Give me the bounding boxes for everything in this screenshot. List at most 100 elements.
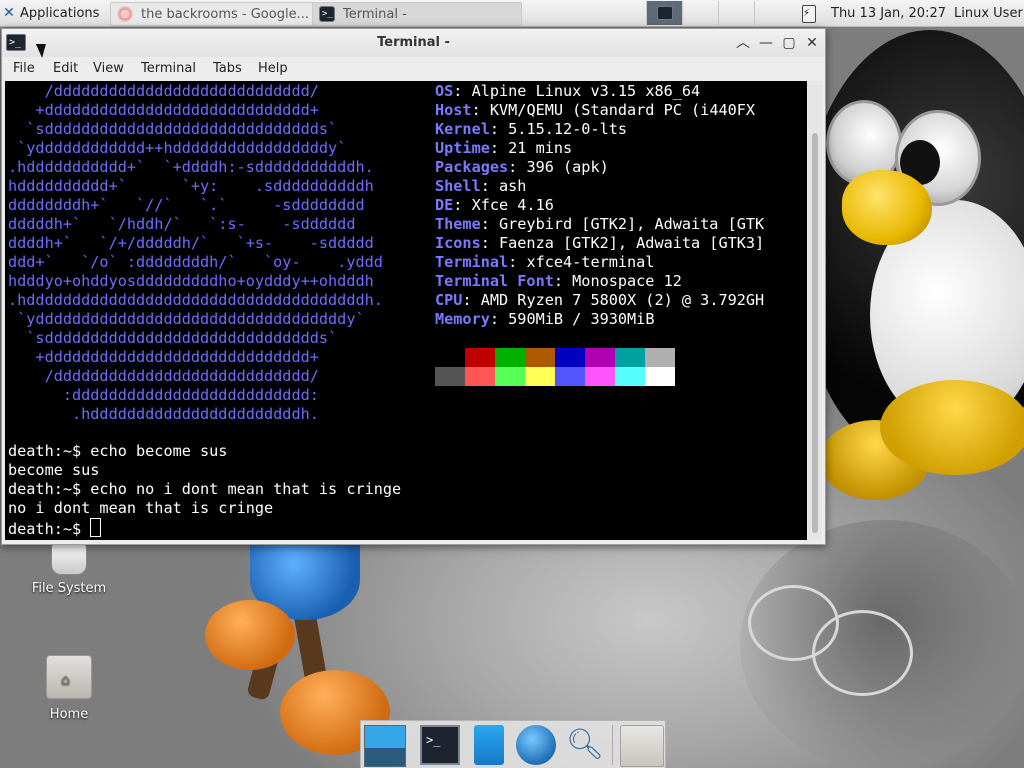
shell-line: death:~$ echo become sus xyxy=(8,442,228,460)
info-key: CPU xyxy=(435,291,463,309)
text-cursor xyxy=(90,518,102,537)
bottom-dock: >_ 🔍︎ xyxy=(360,720,666,768)
menu-view[interactable]: View xyxy=(93,61,124,76)
color-swatch xyxy=(495,367,525,386)
app-finder-icon[interactable]: 🔍︎ xyxy=(565,725,605,765)
color-swatch xyxy=(435,367,465,386)
minimize-button[interactable]: — xyxy=(756,33,776,53)
system-info-row: Icons: Faenza [GTK2], Adwaita [GTK3] xyxy=(435,234,764,253)
taskbar-button-browser[interactable]: the backrooms - Google... xyxy=(110,2,322,26)
ascii-logo-line: `ydddddddddddd++hdddddddddddddddddy` xyxy=(8,139,347,157)
dock-separator xyxy=(612,725,613,765)
system-info-row: Shell: ash xyxy=(435,177,526,196)
system-info-row: Memory: 590MiB / 3930MiB xyxy=(435,310,654,329)
color-swatch xyxy=(615,348,645,367)
maximize-button[interactable]: ▢ xyxy=(779,33,799,53)
taskbar-label: Terminal - xyxy=(343,6,407,22)
shell-prompt: death:~$ xyxy=(8,520,91,538)
ascii-logo-line: `sdddddddddddddddddddddddddddddds` xyxy=(8,120,338,138)
info-value: : 590MiB / 3930MiB xyxy=(489,310,655,328)
terminal-output[interactable]: /dddddddddddddddddddddddddddd/ +dddddddd… xyxy=(5,81,807,540)
info-key: Terminal xyxy=(435,253,509,271)
info-value: : AMD Ryzen 7 5800X (2) @ 3.792GH xyxy=(462,291,765,309)
ascii-logo-line: hdddddddddd+` `+y: .sddddddddddh xyxy=(8,177,374,195)
clock[interactable]: Thu 13 Jan, 20:27 xyxy=(831,0,946,26)
info-value: : 396 (apk) xyxy=(508,158,609,176)
top-panel: ✕ Applications the backrooms - Google...… xyxy=(0,0,1024,27)
system-info-row: OS: Alpine Linux v3.15 x86_64 xyxy=(435,82,700,101)
menu-terminal[interactable]: Terminal xyxy=(141,61,196,76)
system-info-row: CPU: AMD Ryzen 7 5800X (2) @ 3.792GH xyxy=(435,291,764,310)
info-value: : 5.15.12-0-lts xyxy=(489,120,628,138)
system-info-row: Kernel: 5.15.12-0-lts xyxy=(435,120,627,139)
ascii-logo-line: .hdddddddddddddddddddddddddddddddddddddh… xyxy=(8,291,383,309)
system-info-row: Host: KVM/QEMU (Standard PC (i440FX xyxy=(435,101,755,120)
desktop-icon-label: File System xyxy=(31,581,107,596)
workspace-2[interactable] xyxy=(682,1,718,25)
applications-menu-button[interactable]: ✕ Applications xyxy=(2,0,99,26)
workspace-3[interactable] xyxy=(718,1,754,25)
battery-icon[interactable]: ⚡ xyxy=(802,5,816,23)
terminal-launcher-icon[interactable]: >_ xyxy=(420,725,460,765)
ascii-logo-line: ddddddddh+` `//` `.` -sdddddddd xyxy=(8,196,365,214)
file-manager-icon[interactable] xyxy=(474,725,504,765)
prompt-line[interactable]: death:~$ xyxy=(8,518,102,539)
info-key: OS xyxy=(435,82,454,100)
ascii-logo-line: .hddddddddddd+` `+ddddh:-sdddddddddddh. xyxy=(8,158,374,176)
menu-tabs[interactable]: Tabs xyxy=(213,61,242,76)
menu-bar: File Edit View Terminal Tabs Help xyxy=(2,57,825,81)
desktop-icon-label: Home xyxy=(49,707,89,722)
desktop-icon-home[interactable]: ⌂ Home xyxy=(24,655,114,722)
folder-icon[interactable] xyxy=(620,725,664,767)
color-swatch xyxy=(525,367,555,386)
ascii-logo-line: +ddddddddddddddddddddddddddddd+ xyxy=(8,101,319,119)
close-button[interactable]: ✕ xyxy=(802,33,822,53)
color-swatch xyxy=(585,367,615,386)
color-swatch xyxy=(555,348,585,367)
applications-label: Applications xyxy=(20,5,100,21)
taskbar-label: the backrooms - Google... xyxy=(141,6,309,22)
ascii-logo-line: ddd+` `/o` :ddddddddh/` `oy- .yddd xyxy=(8,253,383,271)
info-key: DE xyxy=(435,196,454,214)
ascii-logo-line: hdddyo+ohddyosdddddddddho+oydddy++ohdddh xyxy=(8,272,374,290)
color-swatch xyxy=(645,367,675,386)
info-key: Icons xyxy=(435,234,481,252)
info-key: Kernel xyxy=(435,120,490,138)
menu-edit[interactable]: Edit xyxy=(53,61,78,76)
desktop-icon-file-system[interactable]: File System xyxy=(24,543,114,596)
ascii-logo-line: `yddddddddddddddddddddddddddddddddddy` xyxy=(8,310,365,328)
scrollbar[interactable] xyxy=(808,81,822,540)
info-value: : xfce4-terminal xyxy=(508,253,655,271)
info-key: Memory xyxy=(435,310,490,328)
window-titlebar[interactable]: >_ Terminal - ︿ — ▢ ✕ xyxy=(2,29,825,57)
workspace-1[interactable] xyxy=(646,1,682,25)
info-key: Host xyxy=(435,101,472,119)
user-menu[interactable]: Linux User xyxy=(954,0,1023,26)
wallpaper-bird-foot xyxy=(205,600,295,670)
info-value: : Monospace 12 xyxy=(553,272,682,290)
color-swatch xyxy=(465,348,495,367)
scrollbar-thumb[interactable] xyxy=(812,133,818,533)
color-swatch xyxy=(435,348,465,367)
shell-line: become sus xyxy=(8,461,100,479)
wallpaper-glasses-reflection-right xyxy=(812,610,913,696)
shade-button[interactable]: ︿ xyxy=(733,33,753,53)
web-browser-icon[interactable] xyxy=(516,725,556,765)
system-info-row: Terminal Font: Monospace 12 xyxy=(435,272,682,291)
workspace-4[interactable] xyxy=(754,1,790,25)
show-desktop-icon[interactable] xyxy=(364,725,406,767)
menu-help[interactable]: Help xyxy=(258,61,288,76)
color-swatch xyxy=(495,348,525,367)
color-swatch xyxy=(615,367,645,386)
ascii-logo-line: :dddddddddddddddddddddddddd: xyxy=(8,386,319,404)
terminal-icon xyxy=(656,6,673,20)
terminal-icon: >_ xyxy=(319,6,335,22)
color-swatch xyxy=(465,367,495,386)
info-value: : Faenza [GTK2], Adwaita [GTK3] xyxy=(480,234,765,252)
drive-icon xyxy=(51,543,87,575)
info-value: : 21 mins xyxy=(489,139,573,157)
info-value: : Xfce 4.16 xyxy=(453,196,554,214)
taskbar-button-terminal[interactable]: >_ Terminal - xyxy=(312,2,522,26)
menu-file[interactable]: File xyxy=(13,61,35,76)
system-info-row: DE: Xfce 4.16 xyxy=(435,196,554,215)
